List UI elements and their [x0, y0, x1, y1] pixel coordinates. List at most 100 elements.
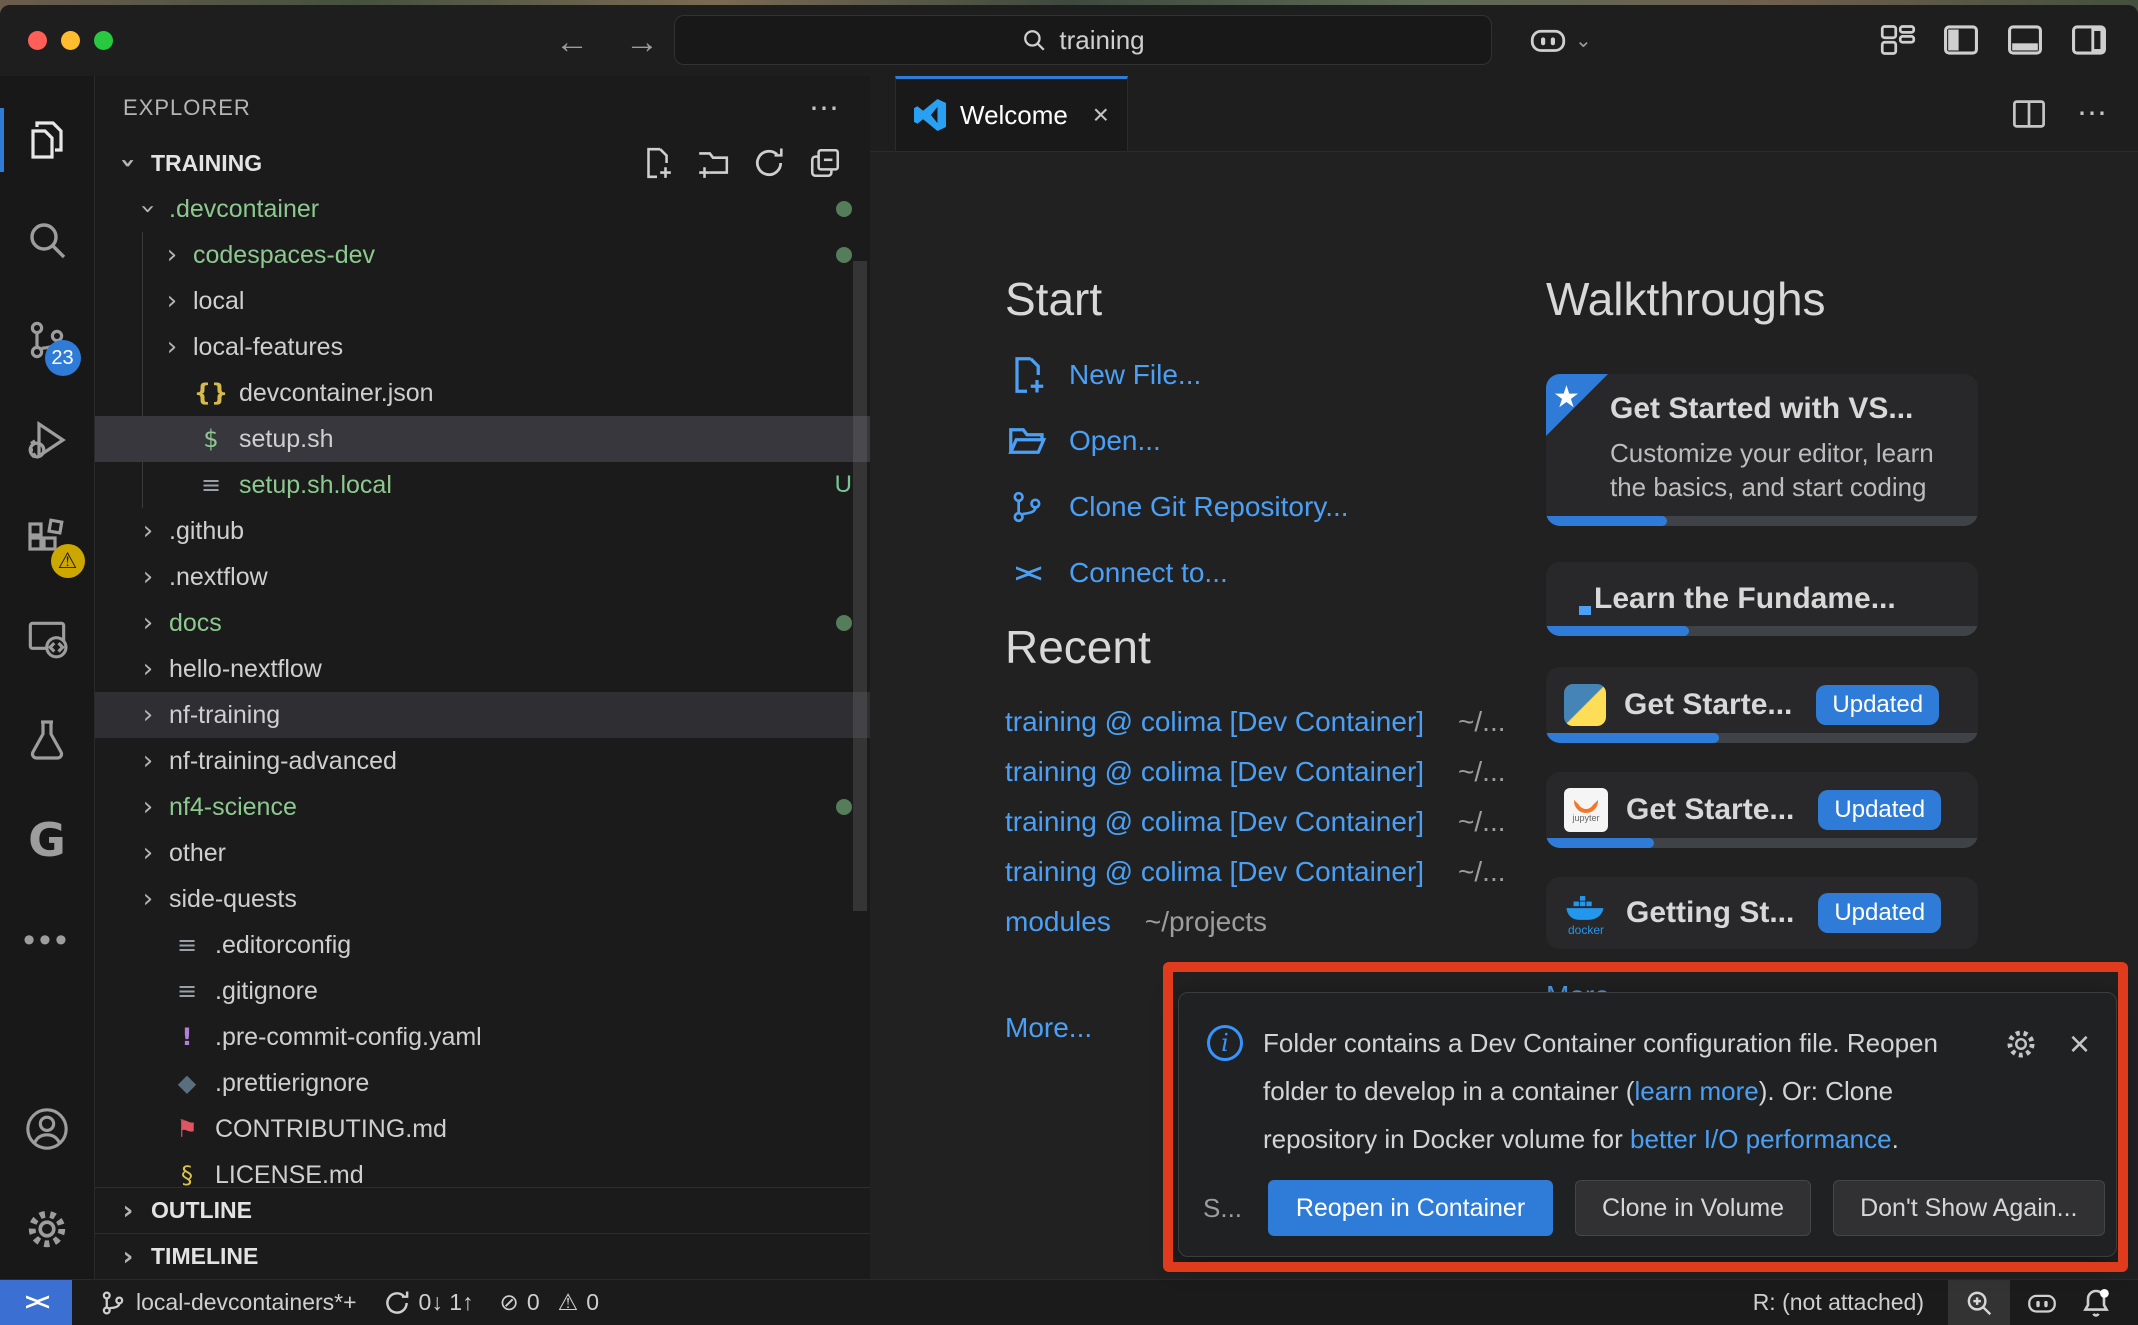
settings-gear-icon[interactable]: [0, 1179, 95, 1279]
tree-item[interactable]: ›hello-nextflow: [95, 646, 870, 692]
walkthrough-card[interactable]: Get Starte... Updated: [1546, 667, 1978, 743]
error-icon: ⊘: [500, 1290, 519, 1316]
recent-more-link[interactable]: More...: [1005, 1012, 1092, 1044]
timeline-section-header[interactable]: › TIMELINE: [95, 1233, 870, 1279]
notifications-bell-icon[interactable]: [2074, 1280, 2118, 1325]
extensions-icon[interactable]: ⚠: [0, 490, 95, 590]
recent-link[interactable]: training @ colima [Dev Container]: [1005, 856, 1424, 888]
toggle-primary-sidebar-icon[interactable]: [1942, 21, 1980, 59]
forward-arrow-icon[interactable]: →: [625, 23, 659, 62]
tree-item[interactable]: ›nf4-science: [95, 784, 870, 830]
open-link[interactable]: Open...: [1005, 408, 1349, 474]
titlebar: ← → training ⌄: [0, 5, 2138, 76]
notification-close-icon[interactable]: ×: [2069, 1023, 2090, 1065]
walkthrough-card[interactable]: Learn the Fundame...: [1546, 562, 1978, 636]
vscode-logo-icon: [914, 99, 946, 131]
tree-item[interactable]: ⚑CONTRIBUTING.md: [95, 1106, 870, 1152]
explorer-more-actions-icon[interactable]: ⋯: [809, 91, 842, 126]
new-file-icon: [1007, 355, 1047, 395]
split-editor-icon[interactable]: [2011, 96, 2047, 132]
editor-more-actions-icon[interactable]: ⋯: [2077, 96, 2110, 131]
recent-link[interactable]: training @ colima [Dev Container]: [1005, 806, 1424, 838]
tree-item[interactable]: ›nf-training-advanced: [95, 738, 870, 784]
tree-item[interactable]: ›.github: [95, 508, 870, 554]
zoom-status-button[interactable]: [1948, 1280, 2010, 1325]
jupyter-logo-icon: jupyter: [1564, 788, 1608, 832]
reopen-in-container-button[interactable]: Reopen in Container: [1268, 1180, 1553, 1236]
walkthrough-progress: [1546, 626, 1978, 636]
search-sidebar-icon[interactable]: [0, 190, 95, 290]
new-file-link[interactable]: New File...: [1005, 342, 1349, 408]
tree-item[interactable]: ≡setup.sh.localU: [95, 462, 870, 508]
tree-item[interactable]: ›.devcontainer: [95, 186, 870, 232]
scm-changes-badge: 23: [45, 340, 81, 376]
io-performance-link[interactable]: better I/O performance: [1630, 1124, 1892, 1154]
tree-item[interactable]: {}devcontainer.json: [95, 370, 870, 416]
tree-item[interactable]: ›other: [95, 830, 870, 876]
tree-item[interactable]: ›nf-training: [95, 692, 870, 738]
collapse-folders-icon[interactable]: [808, 146, 842, 180]
gitlens-icon[interactable]: G: [0, 790, 95, 890]
recent-link[interactable]: training @ colima [Dev Container]: [1005, 756, 1424, 788]
accounts-icon[interactable]: [0, 1079, 95, 1179]
walkthrough-card[interactable]: jupyter Get Starte... Updated: [1546, 772, 1978, 848]
tree-item-selected[interactable]: $setup.sh: [95, 416, 870, 462]
traffic-lights: [28, 31, 113, 50]
clone-in-volume-button[interactable]: Clone in Volume: [1575, 1180, 1811, 1236]
testing-icon[interactable]: [0, 690, 95, 790]
tree-item[interactable]: ›local-features: [95, 324, 870, 370]
recent-heading: Recent: [1005, 620, 1151, 674]
r-session-status[interactable]: R: (not attached): [1753, 1289, 1924, 1316]
git-modified-dot: [836, 201, 852, 217]
walkthrough-card[interactable]: ★ Get Started with VS... Customize your …: [1546, 374, 1978, 526]
learn-more-link[interactable]: learn more: [1634, 1076, 1758, 1106]
sidebar-scrollbar[interactable]: [853, 261, 867, 911]
run-debug-icon[interactable]: [0, 390, 95, 490]
refresh-icon[interactable]: [752, 146, 786, 180]
tree-item[interactable]: ›docs: [95, 600, 870, 646]
remote-explorer-icon[interactable]: [0, 590, 95, 690]
tree-item[interactable]: ›codespaces-dev: [95, 232, 870, 278]
new-file-icon[interactable]: [640, 146, 674, 180]
close-window-button[interactable]: [28, 31, 47, 50]
copilot-status-icon[interactable]: [2020, 1280, 2064, 1325]
customize-layout-icon[interactable]: [1880, 22, 1916, 58]
walkthrough-card[interactable]: docker Getting St... Updated: [1546, 877, 1978, 949]
sync-status-item[interactable]: 0↓ 1↑: [383, 1289, 474, 1317]
license-file-icon: §: [169, 1161, 205, 1187]
recent-link[interactable]: modules: [1005, 906, 1111, 938]
minimize-window-button[interactable]: [61, 31, 80, 50]
copilot-menu[interactable]: ⌄: [1527, 19, 1592, 61]
explorer-icon[interactable]: [0, 90, 95, 190]
notification-settings-gear-icon[interactable]: [2003, 1026, 2039, 1062]
source-control-icon[interactable]: 23: [0, 290, 95, 390]
more-views-icon[interactable]: •••: [0, 890, 95, 990]
tab-welcome[interactable]: Welcome ×: [895, 76, 1128, 151]
outline-section-header[interactable]: › OUTLINE: [95, 1187, 870, 1233]
copilot-icon: [1527, 19, 1569, 61]
clone-repo-link[interactable]: Clone Git Repository...: [1005, 474, 1349, 540]
command-center-search[interactable]: training: [674, 15, 1492, 65]
branch-status-item[interactable]: local-devcontainers*+: [98, 1288, 357, 1318]
recent-link[interactable]: training @ colima [Dev Container]: [1005, 706, 1424, 738]
tree-item[interactable]: ◆.prettierignore: [95, 1060, 870, 1106]
tree-item[interactable]: ›.nextflow: [95, 554, 870, 600]
folder-section-header[interactable]: › TRAINING: [95, 140, 870, 186]
remote-indicator[interactable]: ><: [0, 1280, 72, 1325]
dont-show-again-button[interactable]: Don't Show Again...: [1833, 1180, 2104, 1236]
updated-badge: Updated: [1816, 685, 1939, 725]
tree-item[interactable]: ›local: [95, 278, 870, 324]
fullscreen-window-button[interactable]: [94, 31, 113, 50]
tree-item[interactable]: ≡.gitignore: [95, 968, 870, 1014]
connect-to-link[interactable]: >< Connect to...: [1005, 540, 1349, 606]
tree-item[interactable]: §LICENSE.md: [95, 1152, 870, 1187]
tree-item[interactable]: ›side-quests: [95, 876, 870, 922]
tree-item[interactable]: ≡.editorconfig: [95, 922, 870, 968]
tree-item[interactable]: !.pre-commit-config.yaml: [95, 1014, 870, 1060]
new-folder-icon[interactable]: [696, 146, 730, 180]
tab-close-icon[interactable]: ×: [1093, 99, 1109, 131]
back-arrow-icon[interactable]: ←: [555, 23, 589, 62]
toggle-secondary-sidebar-icon[interactable]: [2070, 21, 2108, 59]
problems-status-item[interactable]: ⊘ 0 ⚠ 0: [500, 1289, 600, 1316]
toggle-panel-icon[interactable]: [2006, 21, 2044, 59]
